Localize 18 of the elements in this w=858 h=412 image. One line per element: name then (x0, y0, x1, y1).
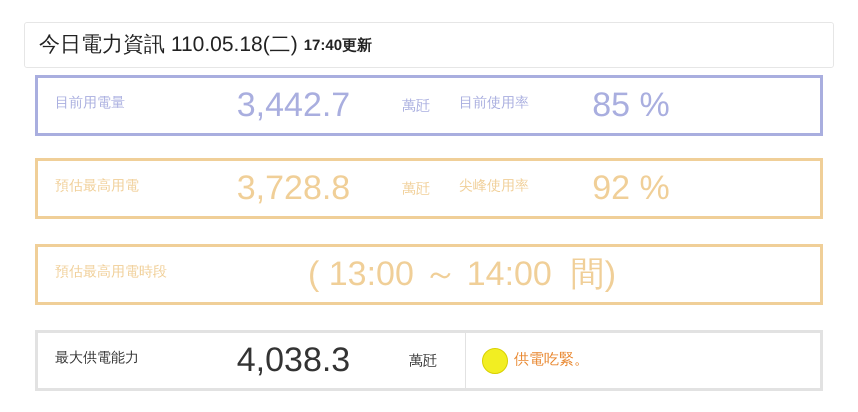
metric-label: 最大供電能力 (54, 348, 140, 367)
page-title: 今日電力資訊 110.05.18(二) (39, 32, 298, 58)
metric-value: 3,442.7 (236, 85, 352, 126)
metric-value: 4,038.3 (236, 340, 352, 381)
metric-label: 目前用電量 (54, 93, 126, 112)
metric-label: 預估最高用電 (54, 176, 140, 195)
metric-value: 85 % (591, 85, 671, 126)
unit-label: 萬瓩 (408, 351, 438, 370)
metric-label: 尖峰使用率 (458, 176, 530, 195)
unit-label: 萬瓩 (401, 96, 431, 115)
status-text: 供電吃緊。 (514, 350, 589, 370)
time-range: ( 13:00 ～ 14:00 間) (308, 254, 616, 295)
metric-label: 預估最高用電時段 (54, 262, 168, 281)
metric-label: 目前使用率 (458, 93, 530, 112)
update-time: 17:40更新 (304, 36, 372, 56)
metric-value: 3,728.8 (236, 168, 352, 209)
unit-label: 萬瓩 (401, 179, 431, 198)
metric-value: 92 % (591, 168, 671, 209)
